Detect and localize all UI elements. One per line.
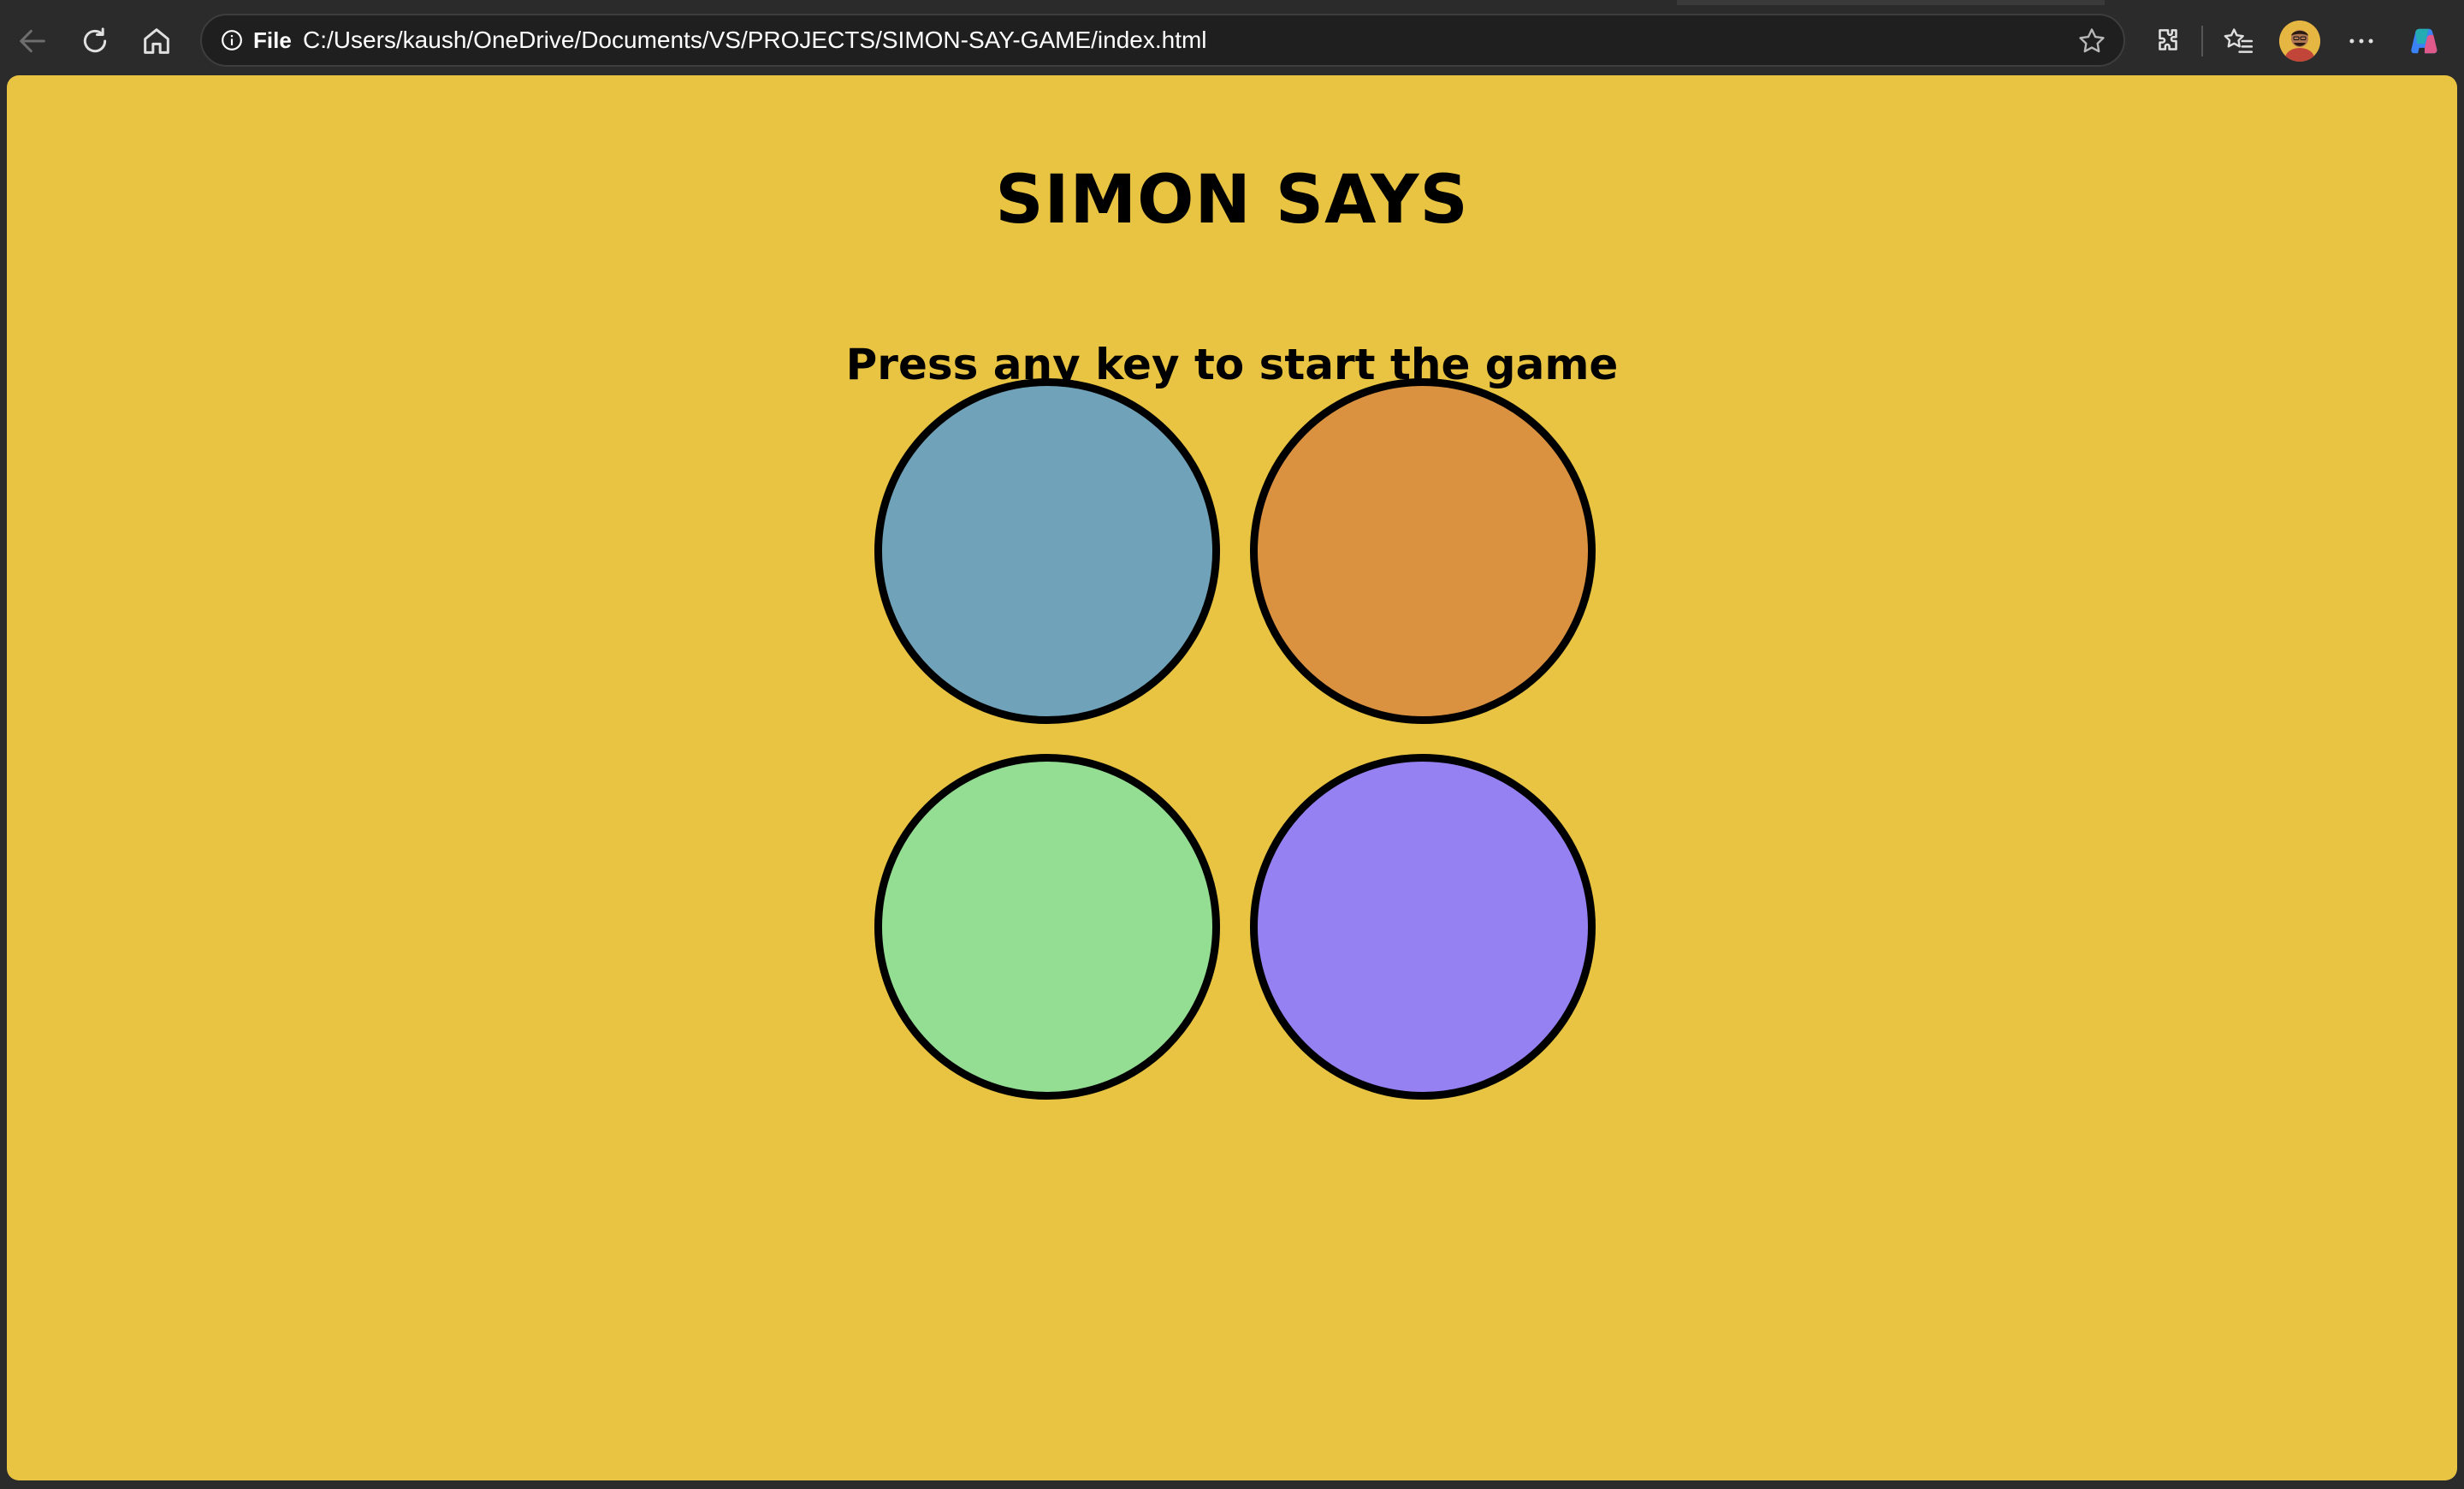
site-info-label: File	[253, 27, 292, 53]
game-status-text: Press any key to start the game	[845, 340, 1619, 389]
info-icon	[222, 30, 242, 50]
home-icon	[144, 28, 169, 54]
puzzle-icon	[2159, 29, 2177, 50]
tab-strip-edge	[1677, 0, 2105, 5]
star-icon[interactable]	[2076, 25, 2108, 57]
refresh-icon	[83, 27, 107, 53]
purple-game-button[interactable]	[1250, 754, 1596, 1100]
home-button[interactable]	[133, 17, 181, 65]
profile-picture	[2279, 21, 2320, 62]
copilot-button[interactable]	[2401, 17, 2449, 65]
back-button[interactable]	[9, 17, 56, 65]
extensions-button[interactable]	[2144, 17, 2192, 65]
orange-game-button[interactable]	[1250, 378, 1596, 724]
page-title: SIMON SAYS	[995, 162, 1469, 239]
avatar[interactable]	[2279, 21, 2320, 62]
site-info-button[interactable]: File	[212, 22, 304, 58]
copilot-icon	[2411, 28, 2437, 54]
refresh-button[interactable]	[71, 17, 119, 65]
favorites-button[interactable]	[2214, 17, 2262, 65]
more-dots-icon	[2349, 39, 2373, 44]
address-bar[interactable]: File C:/Users/kaush/OneDrive/Documents/V…	[200, 14, 2125, 67]
green-game-button[interactable]	[874, 754, 1220, 1100]
toolbar-separator	[2201, 26, 2203, 56]
game-page: SIMON SAYS Press any key to start the ga…	[7, 75, 2457, 1480]
back-arrow-icon	[20, 29, 45, 53]
more-button[interactable]	[2337, 17, 2385, 65]
url-text[interactable]: C:/Users/kaush/OneDrive/Documents/VS/PRO…	[303, 15, 1207, 65]
blue-game-button[interactable]	[874, 378, 1220, 724]
browser-toolbar: File C:/Users/kaush/OneDrive/Documents/V…	[0, 0, 2464, 75]
favorites-list-icon	[2224, 28, 2254, 53]
